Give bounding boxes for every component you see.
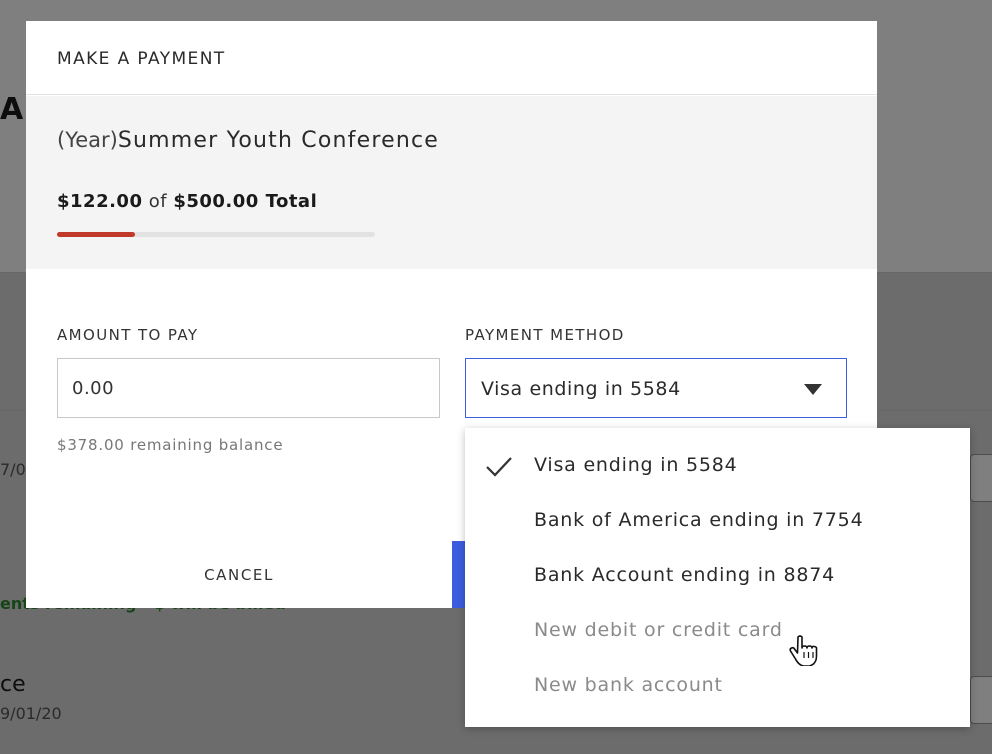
dropdown-option-bank-account-8874[interactable]: Bank Account ending in 8874 (465, 550, 970, 605)
dropdown-option-label: Bank of America ending in 7754 (534, 509, 864, 531)
amount-of-text: of (148, 191, 168, 212)
event-title: (Year)Summer Youth Conference (57, 128, 439, 153)
amount-paid-summary: $122.00 of $500.00 Total (57, 191, 317, 212)
remaining-balance-text: $378.00 remaining balance (57, 436, 284, 454)
payment-method-selected-value: Visa ending in 5584 (481, 378, 681, 400)
dropdown-option-visa-5584[interactable]: Visa ending in 5584 (465, 440, 970, 495)
payment-summary: (Year)Summer Youth Conference $122.00 of… (26, 96, 877, 269)
dropdown-option-new-bank-account[interactable]: New bank account (465, 660, 970, 715)
hand-pointer-cursor-icon (789, 635, 818, 666)
dropdown-option-new-card[interactable]: New debit or credit card (465, 605, 970, 660)
dropdown-option-bank-of-america-7754[interactable]: Bank of America ending in 7754 (465, 495, 970, 550)
payment-progress-bar (57, 232, 375, 237)
dropdown-option-label: Bank Account ending in 8874 (534, 564, 836, 586)
payment-method-dropdown: Visa ending in 5584 Bank of America endi… (465, 428, 970, 727)
dropdown-option-label: Visa ending in 5584 (534, 454, 738, 476)
amount-paid: $122.00 (57, 191, 143, 212)
dropdown-option-label: New debit or credit card (534, 619, 783, 641)
amount-to-pay-input[interactable] (57, 358, 440, 418)
modal-header: MAKE A PAYMENT (26, 21, 877, 95)
caret-down-icon (804, 384, 822, 395)
modal-title: MAKE A PAYMENT (57, 49, 226, 69)
amount-total: $500.00 Total (173, 191, 318, 212)
amount-to-pay-label: AMOUNT TO PAY (57, 326, 199, 344)
payment-method-select[interactable]: Visa ending in 5584 (465, 358, 847, 418)
check-icon (486, 457, 512, 477)
dropdown-option-label: New bank account (534, 674, 723, 696)
event-name: Summer Youth Conference (117, 128, 440, 153)
event-year-prefix: (Year) (57, 128, 118, 152)
payment-method-label: PAYMENT METHOD (465, 326, 625, 344)
payment-progress-fill (57, 232, 135, 237)
cancel-button[interactable]: CANCEL (26, 541, 452, 608)
